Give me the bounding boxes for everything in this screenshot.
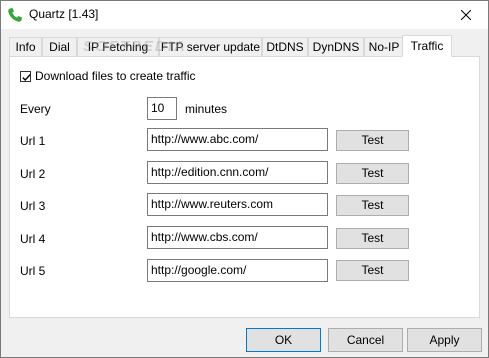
tab-info[interactable]: Info xyxy=(9,37,42,56)
dialog-window: Quartz [1.43] Info Dial IP Fetching FTP … xyxy=(0,0,489,358)
phone-icon xyxy=(8,8,22,22)
tab-no-ip[interactable]: No-IP xyxy=(364,37,404,56)
tab-dtdns[interactable]: DtDNS xyxy=(262,37,308,56)
close-button[interactable] xyxy=(444,1,488,29)
url-3-label: Url 3 xyxy=(20,199,46,213)
url-4-input[interactable]: http://www.cbs.com/ xyxy=(147,226,328,249)
url-1-input[interactable]: http://www.abc.com/ xyxy=(147,128,328,151)
window-title: Quartz [1.43] xyxy=(29,7,99,21)
checkmark-icon xyxy=(22,73,31,81)
ok-button[interactable]: OK xyxy=(246,328,321,352)
test-url-5-button[interactable]: Test xyxy=(336,260,409,281)
test-url-3-button[interactable]: Test xyxy=(336,195,409,216)
url-1-label: Url 1 xyxy=(20,134,46,148)
minutes-label: minutes xyxy=(185,102,228,116)
url-2-input[interactable]: http://edition.cnn.com/ xyxy=(147,161,328,184)
watermark: SOFTPEDIA xyxy=(83,38,187,55)
every-label: Every xyxy=(20,102,51,116)
url-3-input[interactable]: http://www.reuters.com xyxy=(147,193,328,216)
interval-input[interactable]: 10 xyxy=(147,97,177,120)
download-files-option[interactable]: Download files to create traffic xyxy=(20,69,196,83)
test-url-4-button[interactable]: Test xyxy=(336,228,409,249)
test-url-2-button[interactable]: Test xyxy=(336,163,409,184)
close-icon xyxy=(461,10,471,20)
apply-button[interactable]: Apply xyxy=(407,328,482,352)
url-5-label: Url 5 xyxy=(20,264,46,278)
tab-dial[interactable]: Dial xyxy=(42,37,77,56)
tab-traffic[interactable]: Traffic xyxy=(402,35,452,57)
url-2-label: Url 2 xyxy=(20,167,46,181)
url-5-input[interactable]: http://google.com/ xyxy=(147,259,328,282)
download-files-label: Download files to create traffic xyxy=(35,69,196,83)
test-url-1-button[interactable]: Test xyxy=(336,130,409,151)
url-4-label: Url 4 xyxy=(20,232,46,246)
download-files-checkbox[interactable] xyxy=(20,70,31,82)
tab-dyndns[interactable]: DynDNS xyxy=(308,37,364,56)
cancel-button[interactable]: Cancel xyxy=(328,328,403,352)
title-bar: Quartz [1.43] xyxy=(1,1,488,29)
